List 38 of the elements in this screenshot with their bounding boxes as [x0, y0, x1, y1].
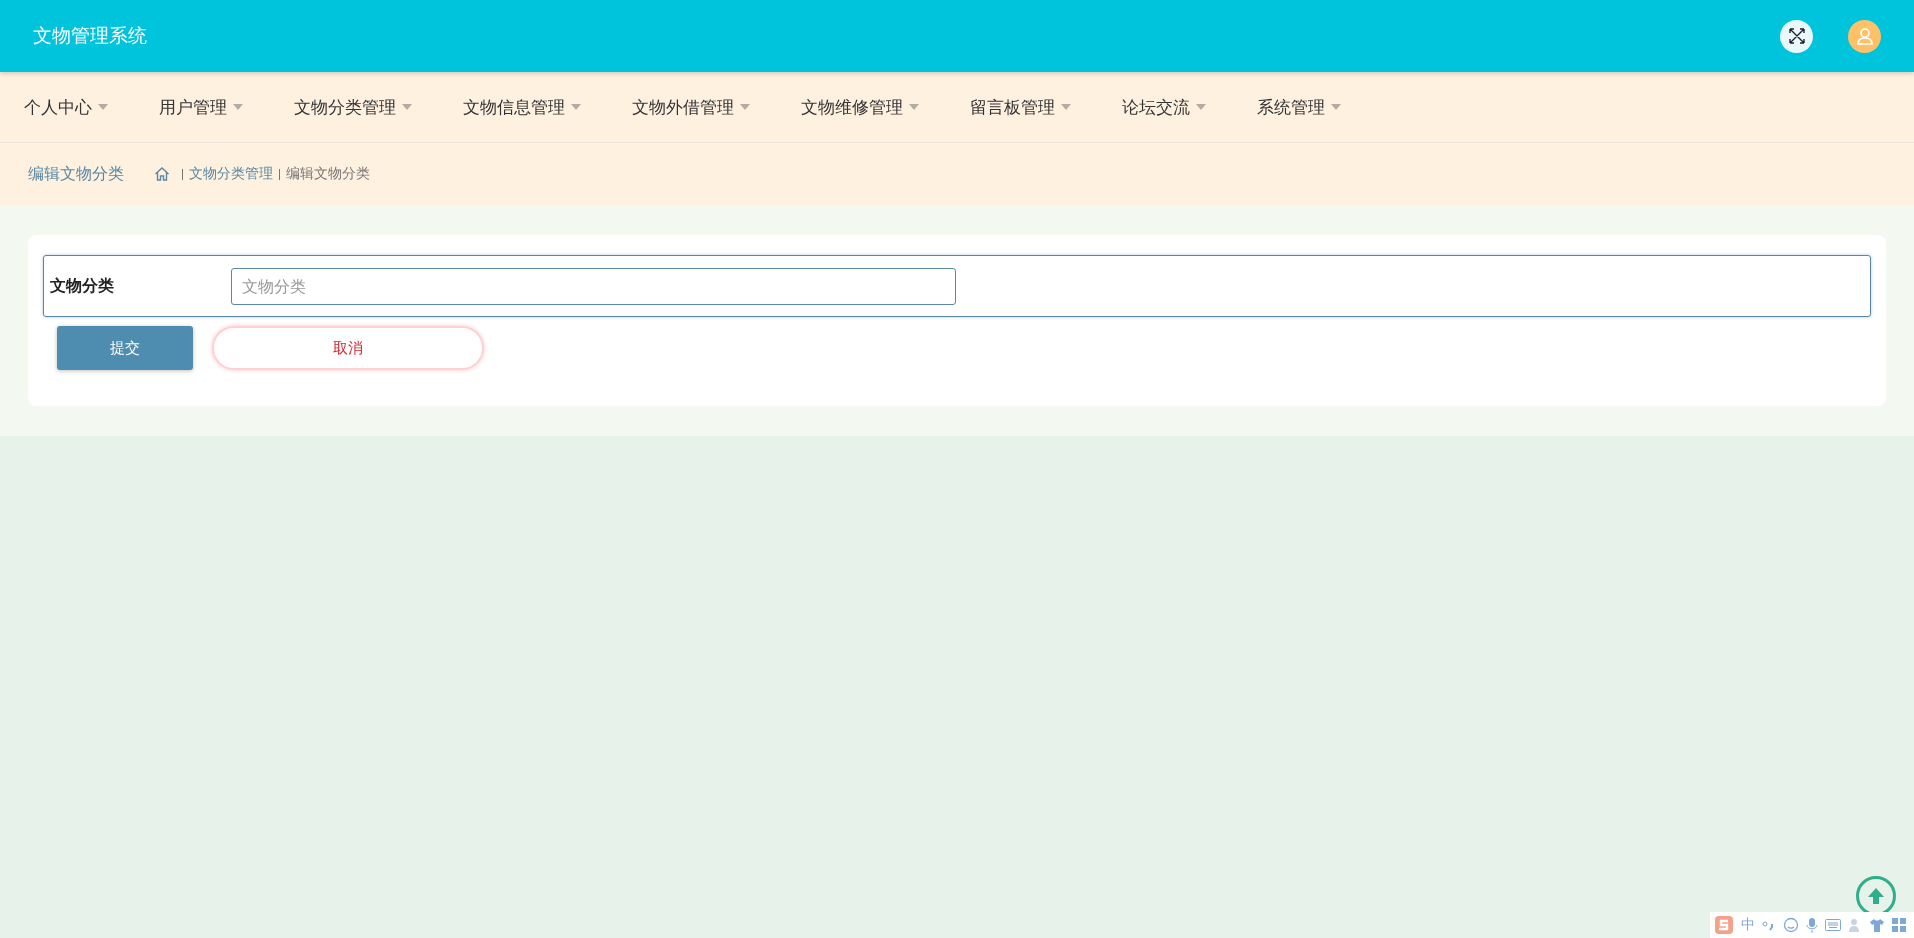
emoji-icon[interactable]	[1783, 917, 1799, 933]
menu-item[interactable]: 用户管理	[159, 95, 243, 119]
menu-item[interactable]: 文物维修管理	[801, 95, 919, 119]
caret-icon	[1331, 104, 1341, 110]
caret-icon	[740, 104, 750, 110]
input-field[interactable]: 文物分类	[231, 267, 956, 305]
caret-icon	[98, 104, 108, 110]
breadcrumb-item: 编辑文物分类	[286, 165, 370, 183]
user-avatar-icon[interactable]	[1848, 19, 1881, 53]
cancel-button[interactable]: 取消	[212, 326, 484, 370]
shirt-icon[interactable]	[1869, 917, 1885, 933]
menu-item[interactable]: 个人中心	[24, 95, 108, 119]
caret-icon	[1196, 104, 1206, 110]
page-title: 编辑文物分类	[28, 163, 124, 185]
fullscreen-icon[interactable]	[1780, 19, 1813, 53]
menu-item[interactable]: 文物分类管理	[294, 95, 412, 119]
app-title: 文物管理系统	[33, 23, 148, 48]
ime-logo-icon[interactable]	[1714, 915, 1734, 935]
menu-item[interactable]: 留言板管理	[970, 95, 1071, 119]
submit-button[interactable]: 提交	[57, 326, 193, 370]
punctuation-icon[interactable]	[1762, 918, 1776, 932]
menu-item[interactable]: 文物外借管理	[632, 95, 750, 119]
caret-icon	[571, 104, 581, 110]
menu-item[interactable]: 论坛交流	[1122, 95, 1206, 119]
keyboard-icon[interactable]	[1825, 919, 1841, 931]
menu-item[interactable]: 系统管理	[1257, 95, 1341, 119]
caret-icon	[402, 104, 412, 110]
caret-icon	[1061, 104, 1071, 110]
microphone-icon[interactable]	[1806, 917, 1818, 933]
field-label: 文物分类	[50, 275, 115, 297]
arrow-up-icon	[1866, 886, 1886, 906]
home-icon[interactable]	[154, 166, 170, 182]
caret-icon	[909, 104, 919, 110]
caret-icon	[233, 104, 243, 110]
breadcrumb-item[interactable]: 文物分类管理	[189, 165, 273, 183]
menu-item[interactable]: 文物信息管理	[463, 95, 581, 119]
grid-icon[interactable]	[1892, 918, 1906, 932]
user-icon[interactable]	[1848, 917, 1862, 933]
